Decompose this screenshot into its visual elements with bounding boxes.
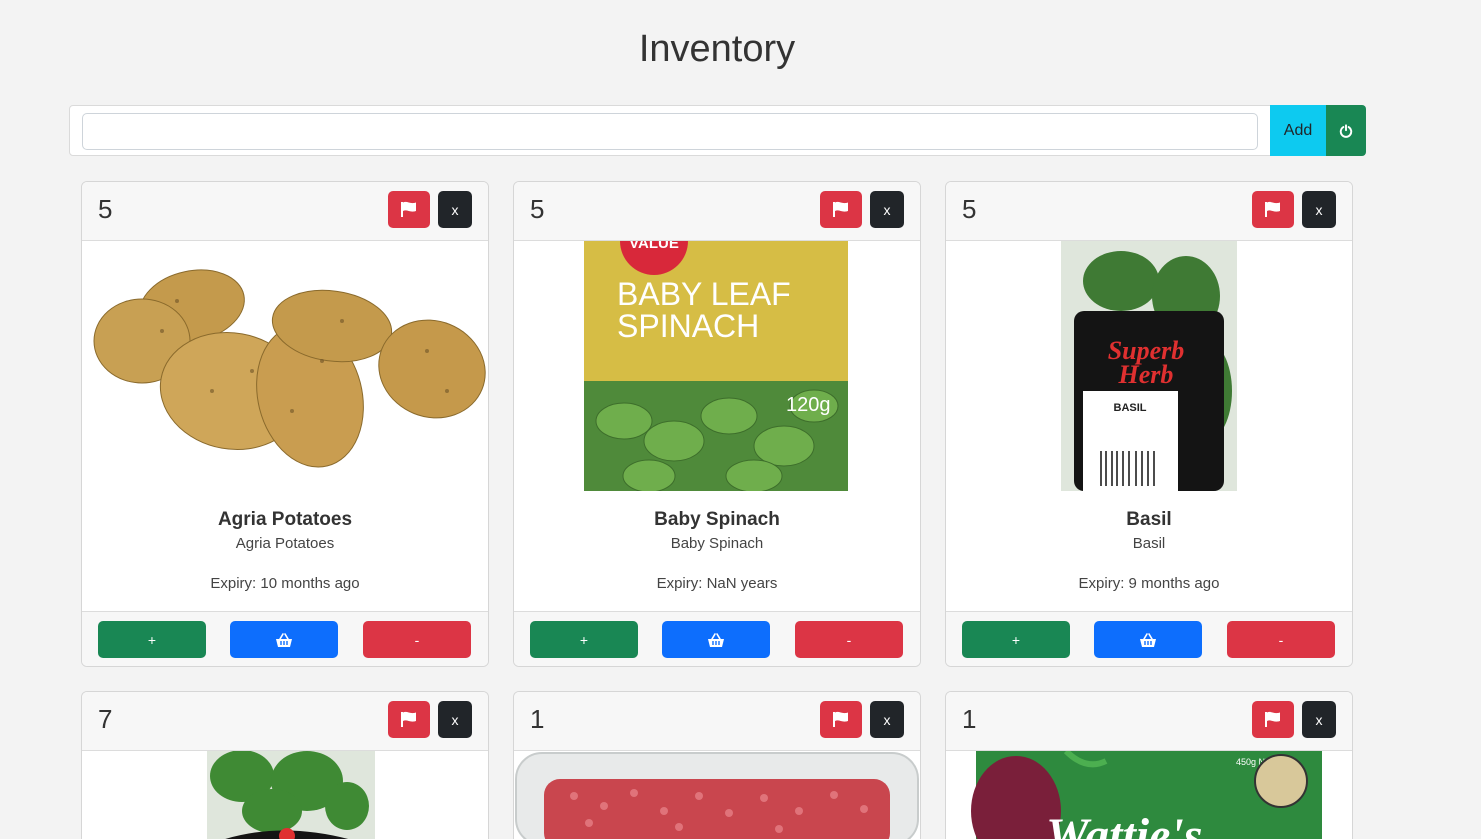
flag-icon [1265, 201, 1280, 217]
herb-pack-image [207, 751, 375, 839]
item-name: Basil [1126, 509, 1172, 530]
item-name: Agria Potatoes [217, 509, 353, 530]
package-text: VALUE [629, 241, 679, 252]
card-header: 1 x [946, 692, 1352, 751]
card-header: 5 x [946, 182, 1352, 241]
card-header: 1 x [514, 692, 920, 751]
item-card: 5 x Superb Herb BASIL Basil Basil Expiry… [945, 181, 1353, 667]
flag-icon [1265, 711, 1280, 727]
package-text: Herb [1118, 360, 1174, 389]
increment-button[interactable]: + [530, 621, 638, 658]
product-image: VALUE BABY LEAF SPINACH 120g [514, 241, 920, 491]
item-card: 1 x [513, 691, 921, 839]
add-button[interactable]: Add [1270, 105, 1326, 156]
item-subtitle: Baby Spinach [670, 535, 764, 552]
mince-tray-image [515, 752, 919, 839]
basket-icon [708, 632, 724, 647]
product-image [514, 751, 920, 839]
item-quantity: 5 [530, 194, 545, 224]
item-name: Baby Spinach [654, 509, 780, 530]
shopping-basket-button[interactable] [662, 621, 770, 658]
card-header: 5 x [514, 182, 920, 241]
item-card: 1 x 450g NETT Wattie's [945, 691, 1353, 839]
item-card: 7 x [81, 691, 489, 839]
add-item-bar: Add [69, 105, 1366, 156]
flag-button[interactable] [820, 701, 862, 738]
remove-button[interactable]: x [870, 701, 904, 738]
item-subtitle: Agria Potatoes [235, 535, 335, 552]
item-card: 5 x VALUE BABY LEAF SPINACH 120g Baby Sp… [513, 181, 921, 667]
power-icon [1339, 123, 1353, 138]
spinach-bag-image: VALUE BABY LEAF SPINACH 120g [584, 241, 848, 491]
item-quantity: 1 [962, 704, 977, 734]
basket-icon [276, 632, 292, 647]
item-subtitle: Basil [1132, 535, 1166, 552]
increment-button[interactable]: + [98, 621, 206, 658]
potatoes-image [93, 269, 486, 468]
item-expiry: Expiry: NaN years [656, 575, 778, 592]
package-text: Wattie's [1046, 809, 1202, 839]
flag-icon [833, 201, 848, 217]
basket-icon [1140, 632, 1156, 647]
remove-button[interactable]: x [438, 701, 472, 738]
flag-icon [833, 711, 848, 727]
card-header: 5 x [82, 182, 488, 241]
remove-button[interactable]: x [870, 191, 904, 228]
power-button[interactable] [1326, 105, 1366, 156]
package-text: BASIL [1114, 402, 1147, 414]
item-card: 5 x Agria Potatoes Agria Potatoes Expiry… [81, 181, 489, 667]
remove-button[interactable]: x [438, 191, 472, 228]
add-item-input[interactable] [82, 113, 1258, 150]
item-quantity: 1 [530, 704, 545, 734]
card-footer: + - [514, 611, 920, 666]
page-title: Inventory [638, 28, 796, 70]
product-image: Superb Herb BASIL [946, 241, 1352, 491]
flag-button[interactable] [388, 191, 430, 228]
decrement-button[interactable]: - [363, 621, 471, 658]
flag-button[interactable] [1252, 191, 1294, 228]
flag-icon [401, 201, 416, 217]
package-text: 120g [786, 394, 831, 416]
decrement-button[interactable]: - [795, 621, 903, 658]
item-expiry: Expiry: 10 months ago [210, 575, 360, 592]
item-quantity: 5 [962, 194, 977, 224]
beetroot-can-image: 450g NETT Wattie's [971, 751, 1322, 839]
basil-pack-image: Superb Herb BASIL [1061, 241, 1237, 491]
package-text: SPINACH [617, 308, 759, 344]
shopping-basket-button[interactable] [1094, 621, 1202, 658]
flag-button[interactable] [1252, 701, 1294, 738]
decrement-button[interactable]: - [1227, 621, 1335, 658]
remove-button[interactable]: x [1302, 191, 1336, 228]
card-footer: + - [82, 611, 488, 666]
product-image: 450g NETT Wattie's [946, 751, 1352, 839]
item-expiry: Expiry: 9 months ago [1078, 575, 1220, 592]
shopping-basket-button[interactable] [230, 621, 338, 658]
item-quantity: 7 [98, 704, 113, 734]
product-image [82, 241, 488, 491]
product-image [82, 751, 488, 839]
item-quantity: 5 [98, 194, 113, 224]
card-header: 7 x [82, 692, 488, 751]
remove-button[interactable]: x [1302, 701, 1336, 738]
flag-button[interactable] [388, 701, 430, 738]
flag-button[interactable] [820, 191, 862, 228]
package-text: BABY LEAF [617, 276, 791, 312]
increment-button[interactable]: + [962, 621, 1070, 658]
card-footer: + - [946, 611, 1352, 666]
flag-icon [401, 711, 416, 727]
